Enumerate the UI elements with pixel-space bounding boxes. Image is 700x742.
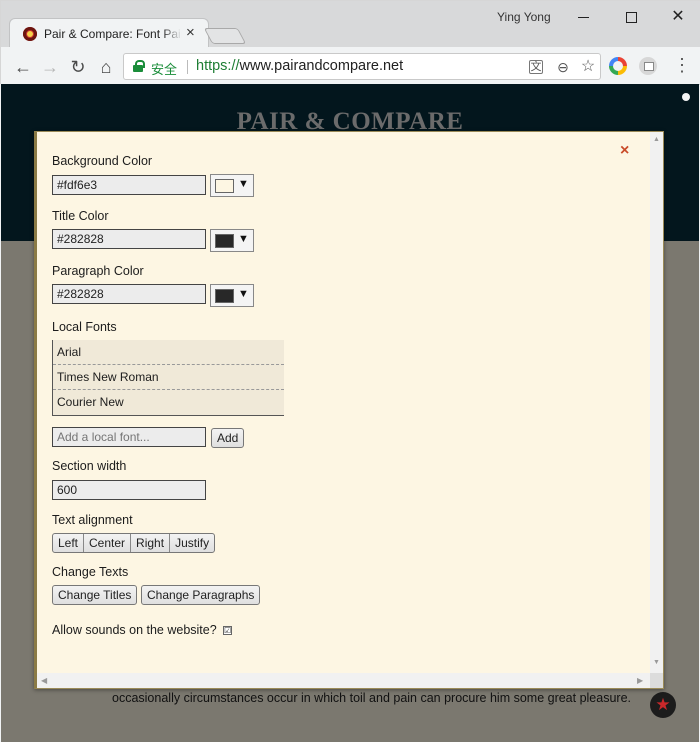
- tab-bar: Pair & Compare: Font Pairing × Ying Yong…: [1, 1, 700, 48]
- allow-sounds-checkbox[interactable]: ☑: [223, 626, 232, 635]
- local-fonts-list: Arial Times New Roman Courier New: [52, 340, 284, 416]
- scroll-left-icon[interactable]: ◀: [41, 676, 47, 685]
- local-fonts-label: Local Fonts: [52, 320, 117, 334]
- align-justify-button[interactable]: Justify: [170, 534, 214, 552]
- star-icon[interactable]: ☆: [579, 58, 597, 76]
- section-width-label: Section width: [52, 459, 127, 473]
- background-color-swatch: [215, 179, 234, 193]
- list-item[interactable]: Courier New: [53, 390, 284, 415]
- allow-sounds-label: Allow sounds on the website?: [52, 623, 217, 637]
- tab-title: Pair & Compare: Font Pairing: [44, 27, 182, 41]
- hero-dot[interactable]: [682, 93, 690, 101]
- url-scheme: https://: [196, 58, 240, 74]
- align-right-button[interactable]: Right: [131, 534, 171, 552]
- zoom-icon[interactable]: ⊖: [554, 58, 572, 76]
- paragraph-color-label: Paragraph Color: [52, 264, 144, 278]
- scroll-up-icon[interactable]: ▲: [653, 136, 660, 143]
- align-left-button[interactable]: Left: [53, 534, 85, 552]
- chrome-ext-icon[interactable]: [609, 57, 627, 75]
- home-icon[interactable]: ⌂: [95, 56, 117, 78]
- section-width-input[interactable]: [52, 480, 206, 500]
- new-tab-button[interactable]: [203, 28, 247, 44]
- reload-icon[interactable]: ↻: [67, 56, 89, 78]
- url-host: www.pairandcompare.net: [239, 58, 404, 74]
- list-item[interactable]: Times New Roman: [53, 365, 284, 390]
- window-minimize-button[interactable]: [561, 3, 607, 31]
- paragraph-color-input[interactable]: [52, 284, 206, 304]
- add-font-button[interactable]: Add: [211, 428, 245, 448]
- tab-close-icon[interactable]: ×: [186, 25, 195, 41]
- url-text[interactable]: https://www.pairandcompare.net: [196, 58, 403, 74]
- horizontal-scrollbar[interactable]: ◀ ▶: [37, 673, 650, 688]
- chevron-down-icon: ▼: [238, 178, 249, 190]
- lock-icon[interactable]: [133, 60, 145, 72]
- add-font-input[interactable]: [52, 427, 206, 447]
- scroll-down-icon[interactable]: ▼: [653, 659, 660, 666]
- title-color-swatch: [215, 234, 234, 248]
- close-icon[interactable]: ×: [620, 143, 629, 159]
- translate-icon[interactable]: 文: [529, 60, 543, 74]
- title-color-input[interactable]: [52, 229, 206, 249]
- chevron-down-icon: ▼: [238, 288, 249, 300]
- browser-toolbar: ← → ↻ ⌂ 安全 https://www.pairandcompare.ne…: [1, 47, 700, 85]
- window-maximize-button[interactable]: [608, 3, 654, 31]
- title-color-label: Title Color: [52, 209, 109, 223]
- site-favicon-icon: [23, 27, 37, 41]
- paragraph-color-swatch: [215, 289, 234, 303]
- vertical-scrollbar[interactable]: ▲ ▼: [650, 132, 663, 673]
- background-color-input[interactable]: [52, 175, 206, 195]
- change-paragraphs-button[interactable]: Change Paragraphs: [141, 585, 261, 605]
- secure-label[interactable]: 安全: [151, 59, 177, 78]
- cast-ext-icon[interactable]: [639, 57, 657, 75]
- chevron-down-icon: ▼: [238, 233, 249, 245]
- star-fab-icon[interactable]: ★: [650, 692, 676, 718]
- tab-pair-compare[interactable]: Pair & Compare: Font Pairing ×: [9, 18, 209, 48]
- browser-menu-icon[interactable]: ⋮: [673, 56, 691, 74]
- title-color-picker[interactable]: ▼: [210, 229, 254, 252]
- omnibox-divider: [187, 60, 188, 74]
- page-paragraph: occasionally circumstances occur in whic…: [112, 691, 632, 705]
- change-texts-label: Change Texts: [52, 565, 129, 579]
- scroll-right-icon[interactable]: ▶: [637, 676, 643, 685]
- scrollbar-corner: [650, 673, 663, 688]
- text-alignment-group: Left Center Right Justify: [52, 533, 216, 553]
- settings-modal: × Background Color ▼ Title Color ▼ Parag…: [34, 131, 664, 689]
- background-color-label: Background Color: [52, 154, 153, 168]
- background-color-picker[interactable]: ▼: [210, 174, 254, 197]
- align-center-button[interactable]: Center: [84, 534, 132, 552]
- window-close-button[interactable]: ✕: [655, 3, 700, 31]
- back-arrow-icon[interactable]: ←: [12, 56, 34, 78]
- change-titles-button[interactable]: Change Titles: [52, 585, 138, 605]
- list-item[interactable]: Arial: [53, 340, 284, 365]
- paragraph-color-picker[interactable]: ▼: [210, 284, 254, 307]
- browser-chrome: Pair & Compare: Font Pairing × Ying Yong…: [0, 0, 700, 85]
- forward-arrow-icon[interactable]: →: [39, 56, 61, 78]
- text-alignment-label: Text alignment: [52, 513, 133, 527]
- profile-name[interactable]: Ying Yong: [497, 10, 551, 24]
- address-bar[interactable]: 安全 https://www.pairandcompare.net 文 ⊖ ☆: [123, 53, 601, 80]
